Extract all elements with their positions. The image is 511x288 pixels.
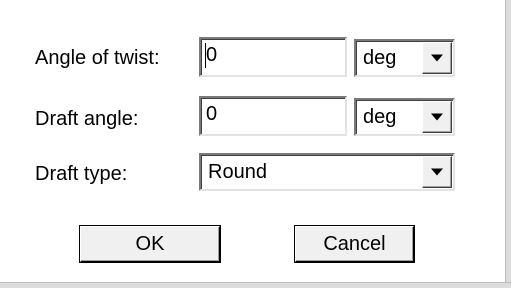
draft-angle-value: 0 bbox=[206, 103, 218, 125]
draft-type-value: Round bbox=[208, 161, 267, 183]
extrude-options-dialog: Angle of twist: 0 deg Draft angle: 0 deg… bbox=[0, 0, 511, 288]
draft-type-dropdown-button[interactable] bbox=[422, 156, 452, 188]
angle-of-twist-label: Angle of twist: bbox=[35, 47, 160, 69]
draft-angle-unit-value: deg bbox=[363, 106, 397, 128]
dialog-left-edge bbox=[0, 0, 3, 288]
angle-of-twist-unit-dropdown-button[interactable] bbox=[422, 42, 452, 74]
angle-of-twist-value: 0 bbox=[206, 44, 218, 66]
draft-angle-input[interactable]: 0 bbox=[199, 96, 347, 136]
angle-of-twist-unit-value: deg bbox=[363, 47, 397, 69]
draft-type-select[interactable]: Round bbox=[199, 153, 455, 191]
cancel-button[interactable]: Cancel bbox=[295, 226, 414, 262]
chevron-down-icon bbox=[431, 168, 443, 176]
draft-angle-unit-select[interactable]: deg bbox=[354, 98, 455, 136]
chevron-down-icon bbox=[431, 113, 443, 121]
draft-type-label: Draft type: bbox=[35, 163, 128, 185]
chevron-down-icon bbox=[431, 54, 443, 62]
dialog-right-border-line bbox=[505, 0, 506, 288]
dialog-bottom-border-line bbox=[0, 282, 511, 283]
angle-of-twist-input[interactable]: 0 bbox=[199, 37, 347, 77]
draft-angle-unit-dropdown-button[interactable] bbox=[422, 101, 452, 133]
ok-button[interactable]: OK bbox=[80, 226, 220, 262]
draft-angle-label: Draft angle: bbox=[35, 108, 139, 130]
angle-of-twist-unit-select[interactable]: deg bbox=[354, 39, 455, 77]
